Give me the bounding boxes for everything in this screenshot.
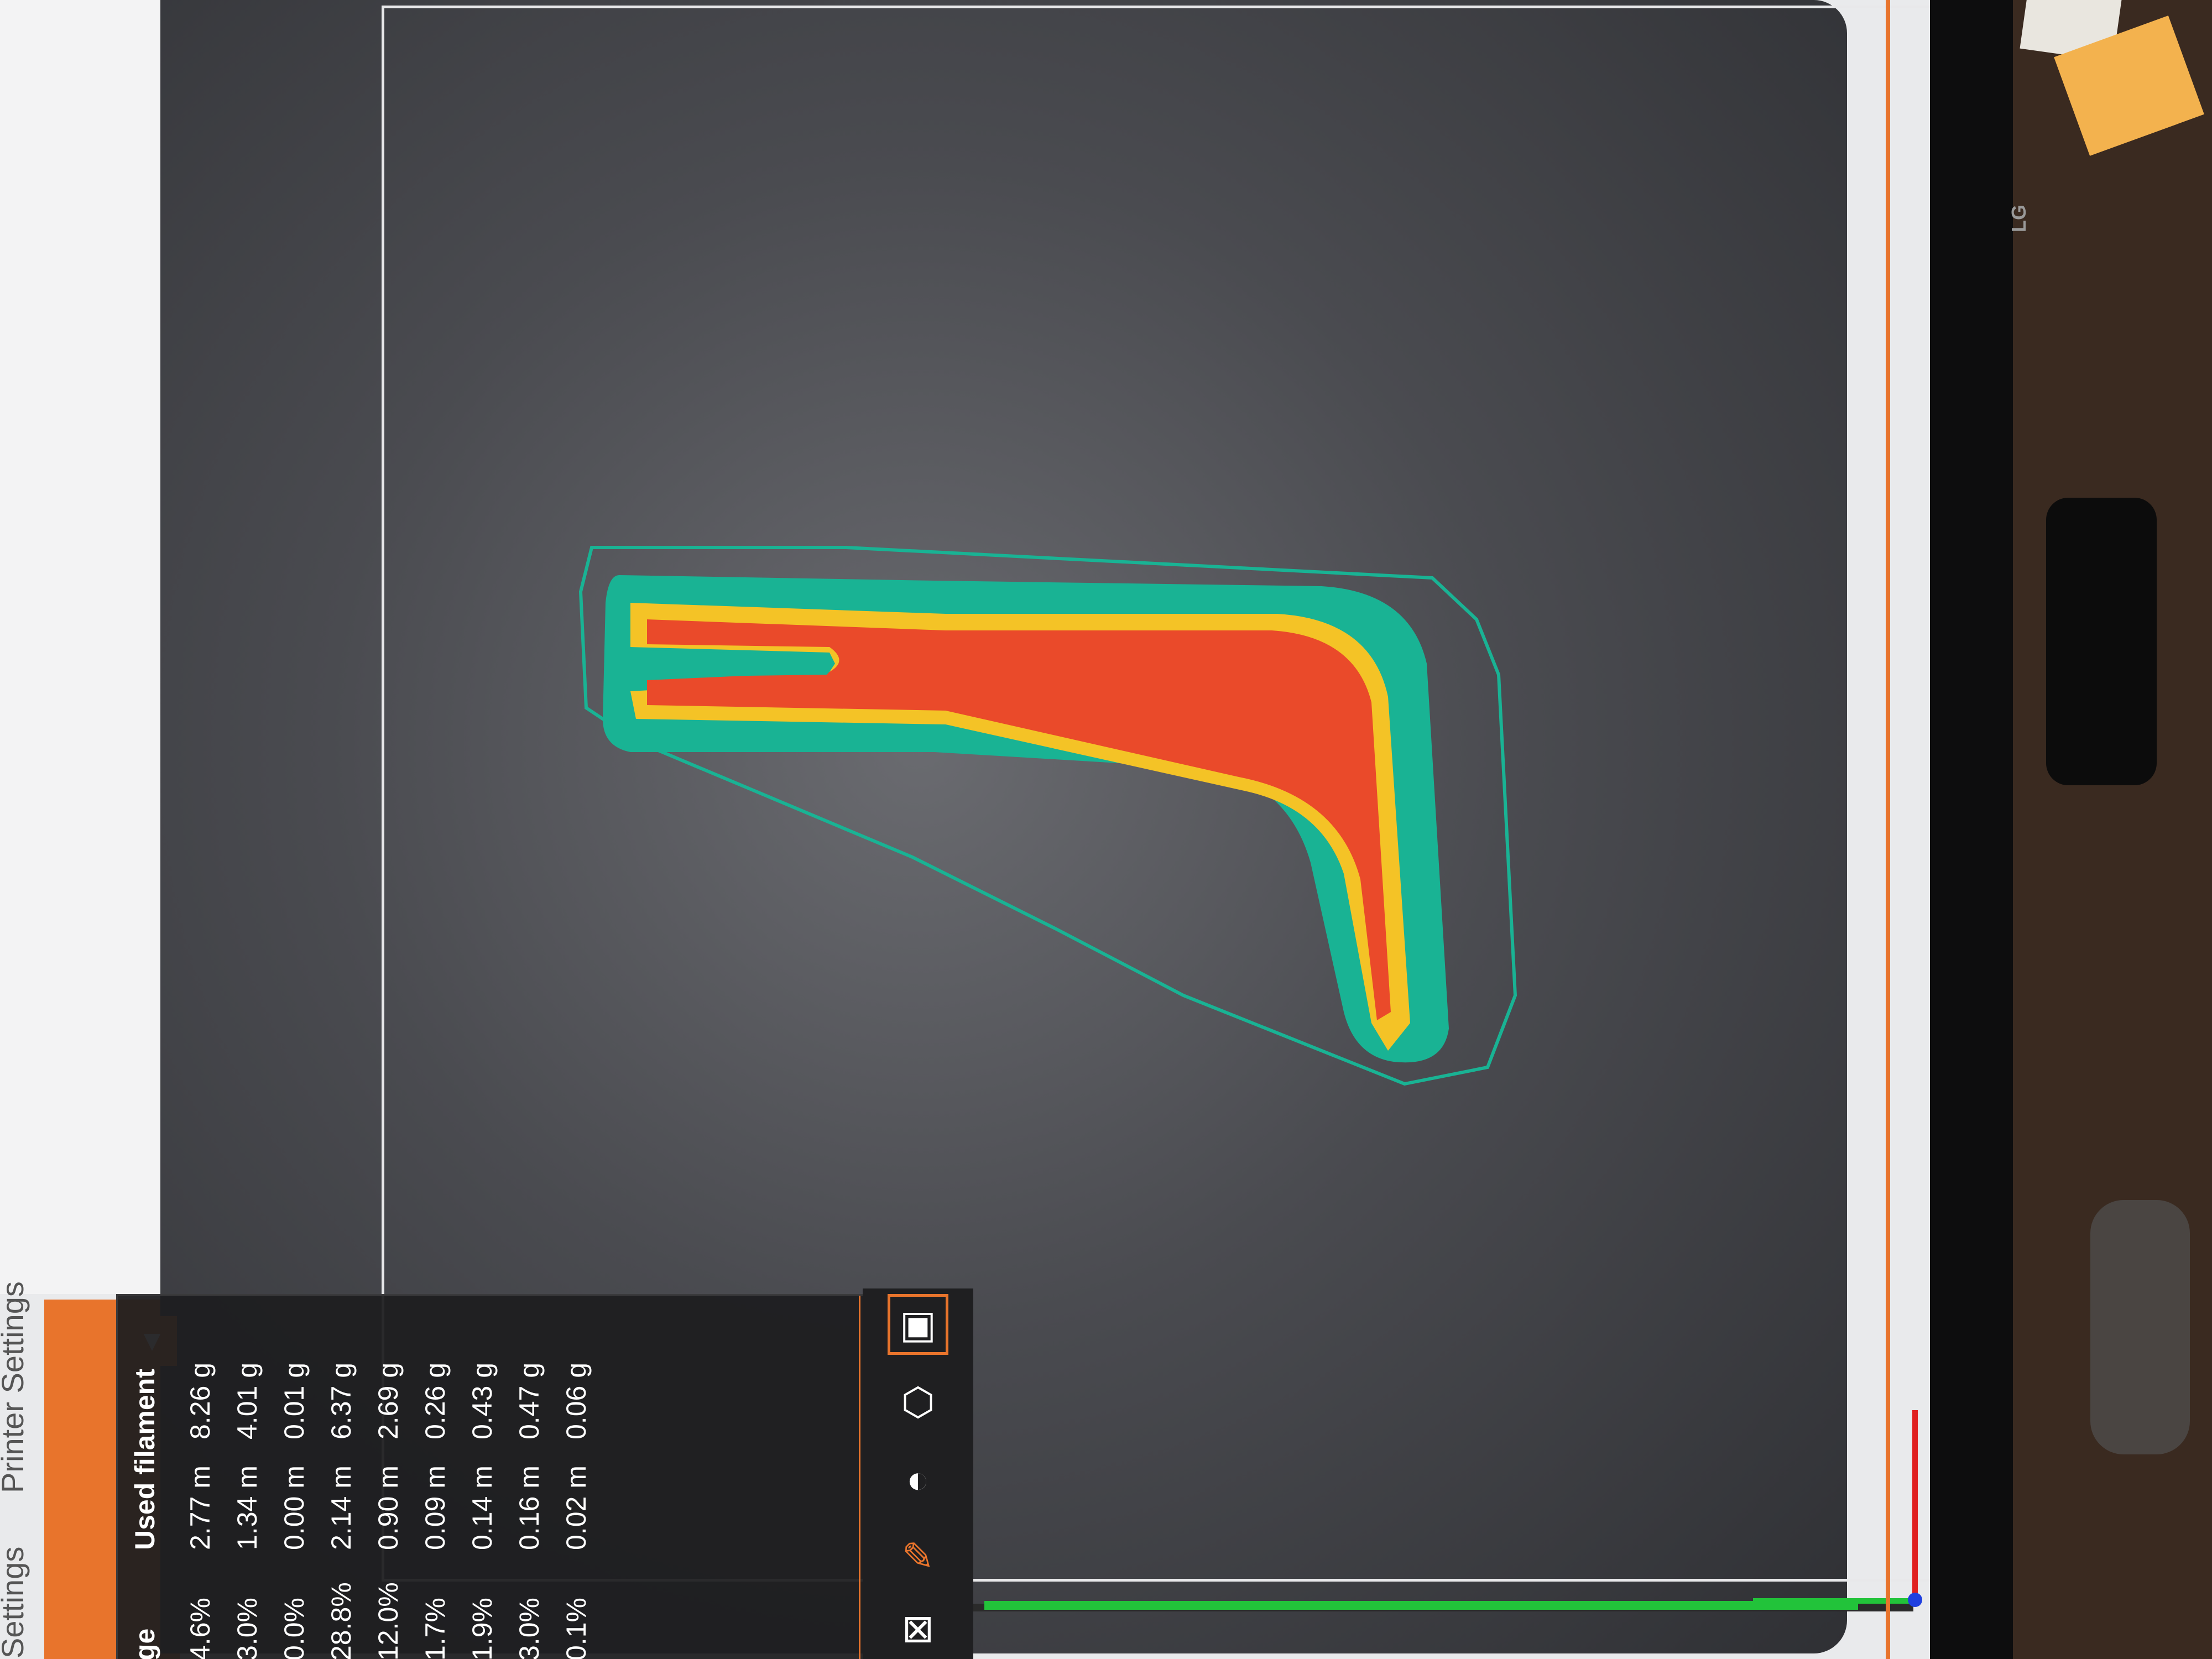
cable — [2046, 498, 2157, 785]
legend-len: 2.77 m — [185, 1465, 216, 1550]
legend-divider — [859, 1296, 860, 1659]
view-toolbar: ▣ ⬡ ◐ ✎ ⊠ — [863, 1288, 973, 1659]
used-filament-legend: ge Used filament 4.6% 2.77 m 8.26 g 3.0%… — [116, 1294, 971, 1659]
legend-header-right: Used filament — [129, 1369, 160, 1550]
tab-printer-settings[interactable]: Printer Settings — [0, 1281, 30, 1493]
y-axis — [1912, 1410, 1918, 1598]
legend-len: 1.34 m — [232, 1465, 263, 1550]
legend-wt: 0.06 g — [561, 1362, 592, 1439]
axis-origin — [1908, 1593, 1922, 1607]
legend-len: 0.02 m — [561, 1465, 592, 1550]
legend-pct: 12.0% — [373, 1582, 404, 1659]
legend-wt: 6.37 g — [326, 1362, 357, 1439]
screen-edge-accent — [1886, 0, 1890, 1659]
tools-icon[interactable]: ✎ — [888, 1526, 948, 1587]
adapter — [2090, 1200, 2190, 1454]
legend-len: 2.14 m — [326, 1465, 357, 1550]
legend-pct: 4.6% — [185, 1598, 216, 1659]
legend-len: 0.00 m — [279, 1465, 310, 1550]
legend-pct: 3.0% — [514, 1598, 545, 1659]
balance-icon[interactable]: ◐ — [888, 1449, 948, 1510]
legend-wt: 0.01 g — [279, 1362, 310, 1439]
cube-icon[interactable]: ⬡ — [888, 1371, 948, 1432]
slicer-window: Settings Printer Settings ▼ ge Used fila… — [0, 0, 1930, 1659]
legend-wt: 0.26 g — [420, 1362, 451, 1439]
legend-wt: 0.43 g — [467, 1362, 498, 1439]
legend-pct: 0.1% — [561, 1598, 592, 1659]
monitor-brand: LG — [2007, 205, 2030, 232]
legend-len: 0.14 m — [467, 1465, 498, 1550]
monitor-bezel — [1924, 0, 2013, 1659]
legend-pct: 1.7% — [420, 1598, 451, 1659]
tab-settings[interactable]: Settings — [0, 1547, 30, 1658]
orientation-icon[interactable]: ▣ — [888, 1294, 948, 1355]
infill — [647, 619, 1391, 1020]
legend-wt: 0.47 g — [514, 1362, 545, 1439]
legend-pct: 1.9% — [467, 1598, 498, 1659]
legend-len: 0.09 m — [420, 1465, 451, 1550]
legend-header-left: ge — [129, 1628, 160, 1659]
legend-pct: 28.8% — [326, 1582, 357, 1659]
legend-len: 0.16 m — [514, 1465, 545, 1550]
legend-pct: 0.0% — [279, 1598, 310, 1659]
x-axis — [1753, 1598, 1919, 1604]
settings-sidebar — [0, 0, 160, 1294]
measure-icon[interactable]: ⊠ — [888, 1598, 948, 1659]
legend-wt: 2.69 g — [373, 1362, 404, 1439]
legend-wt: 4.01 g — [232, 1362, 263, 1439]
legend-len: 0.90 m — [373, 1465, 404, 1550]
legend-pct: 3.0% — [232, 1598, 263, 1659]
legend-wt: 8.26 g — [185, 1362, 216, 1439]
layer-slider[interactable] — [984, 1601, 1858, 1610]
